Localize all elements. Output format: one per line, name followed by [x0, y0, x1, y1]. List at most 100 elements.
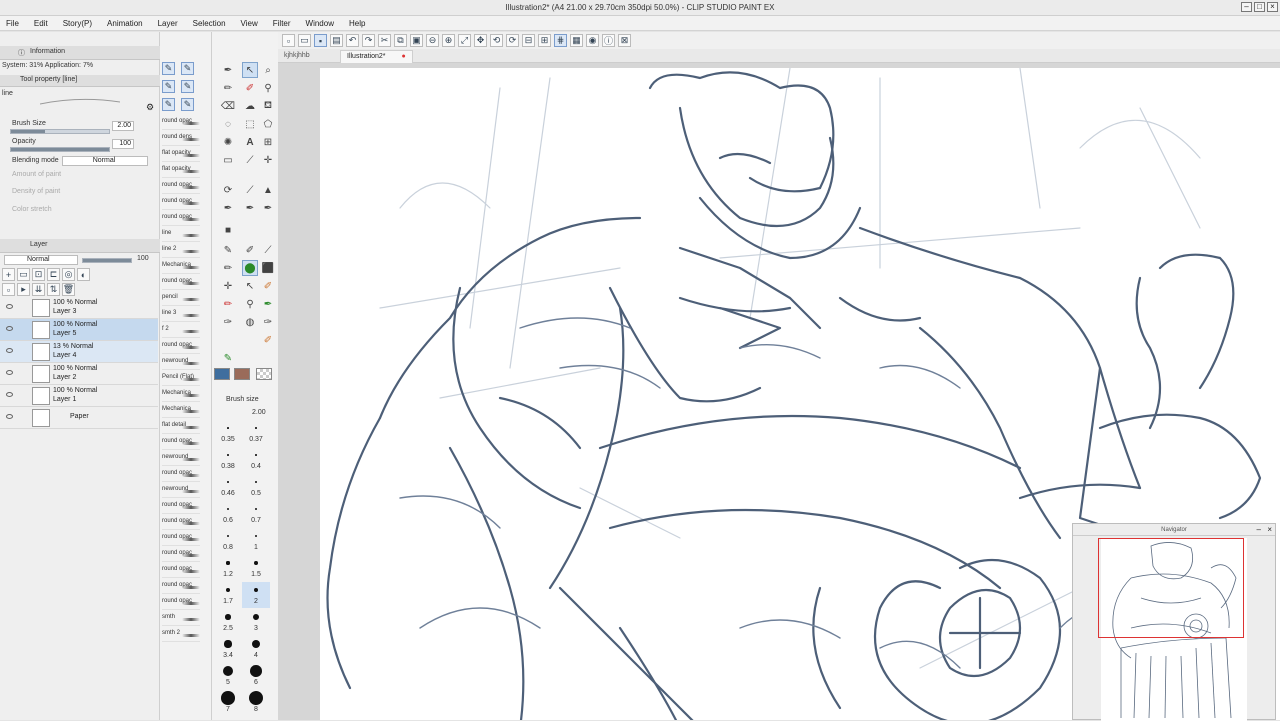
navigator-viewport-frame[interactable]	[1098, 538, 1244, 638]
subtool-item[interactable]: round opac	[162, 468, 200, 482]
open-icon[interactable]: ▭	[298, 34, 311, 47]
layer-row[interactable]: Paper	[0, 407, 158, 429]
brush-size-preset[interactable]: 0.6	[214, 501, 242, 527]
subtool-item[interactable]: round opac	[162, 276, 200, 290]
redo-icon[interactable]: ↷	[362, 34, 375, 47]
brush-icon[interactable]: ✐	[260, 278, 276, 294]
layer-color-icon[interactable]: ■	[220, 222, 236, 238]
menu-layer[interactable]: Layer	[158, 19, 178, 28]
subtool-item[interactable]: line 2	[162, 244, 200, 258]
brush-size-input[interactable]: 2.00	[112, 121, 134, 131]
brush-size-preset[interactable]: 0.37	[242, 420, 270, 446]
cursor-icon[interactable]: ↖	[242, 278, 258, 294]
ruler-icon[interactable]: ⟋	[242, 152, 258, 168]
brush-size-preset[interactable]: 5	[214, 663, 242, 689]
subtool-item[interactable]: round opac	[162, 516, 200, 530]
brush-size-preset[interactable]: 0.4	[242, 447, 270, 473]
transform-icon[interactable]: ⟲	[490, 34, 503, 47]
menu-selection[interactable]: Selection	[193, 19, 226, 28]
color-wheel-icon[interactable]: ◉	[586, 34, 599, 47]
subtool-item[interactable]: Mechanica	[162, 388, 200, 402]
copy-icon[interactable]: ⧉	[394, 34, 407, 47]
minimize-icon[interactable]: –	[1241, 2, 1252, 12]
transfer-icon[interactable]: ⇅	[47, 283, 60, 296]
pen-group-icon[interactable]: ✎	[181, 62, 194, 75]
pen-icon[interactable]: ✑	[260, 314, 276, 330]
new-layer-icon[interactable]: +	[2, 268, 15, 281]
layer-opacity-value[interactable]: 100	[137, 255, 149, 262]
subtool-item[interactable]: newround	[162, 484, 200, 498]
paste-icon[interactable]: ▣	[410, 34, 423, 47]
brush-size-preset[interactable]: 0.5	[242, 474, 270, 500]
brush-size-preset[interactable]: 0.46	[214, 474, 242, 500]
brush-size-preset[interactable]: 6	[242, 663, 270, 689]
menu-animation[interactable]: Animation	[107, 19, 143, 28]
blend-icon[interactable]: ◍	[242, 314, 258, 330]
subtool-item[interactable]: Mechanica	[162, 404, 200, 418]
brush-size-preset[interactable]: 1.2	[214, 555, 242, 581]
delete-layer-icon[interactable]: 🗑	[62, 283, 75, 296]
mask-icon[interactable]: ◐	[77, 268, 90, 281]
subtool-item[interactable]: round opac	[162, 596, 200, 610]
opacity-input[interactable]: 100	[112, 139, 134, 149]
brush-size-preset[interactable]: 0.35	[214, 420, 242, 446]
brush-size-preset[interactable]: 1.5	[242, 555, 270, 581]
line-icon[interactable]: ⟋	[242, 182, 258, 198]
layer-row[interactable]: 13 % Normal Layer 4	[0, 341, 158, 363]
subtool-item[interactable]: newround	[162, 356, 200, 370]
eye-icon[interactable]	[6, 304, 13, 309]
minimize-icon[interactable]: –	[1257, 525, 1261, 534]
blend-icon[interactable]: ☁	[242, 98, 258, 114]
brush-size-preset[interactable]: 7	[214, 690, 242, 716]
pen-group-icon[interactable]: ✎	[162, 98, 175, 111]
pen-group-icon[interactable]: ✎	[162, 80, 175, 93]
brush-size-preset[interactable]: 0.8	[214, 528, 242, 554]
pencil-icon[interactable]: ✏	[220, 80, 236, 96]
menu-view[interactable]: View	[241, 19, 258, 28]
opacity-slider[interactable]	[10, 147, 110, 152]
pen-group-icon[interactable]: ✎	[181, 80, 194, 93]
blending-mode-select[interactable]: Normal	[62, 156, 148, 166]
fill-icon[interactable]: ⛾	[260, 98, 276, 114]
eye-icon[interactable]	[6, 392, 13, 397]
subtool-item[interactable]: round opac	[162, 580, 200, 594]
menu-file[interactable]: File	[6, 19, 19, 28]
brush-size-slider[interactable]	[10, 129, 110, 134]
subtool-item[interactable]: round opac	[162, 212, 200, 226]
pen-group-icon[interactable]: ✎	[181, 98, 194, 111]
undo-icon[interactable]: ↶	[346, 34, 359, 47]
sub-color-swatch[interactable]	[234, 368, 250, 380]
subtool-item[interactable]: flat opacity	[162, 148, 200, 162]
close-icon[interactable]: ×	[1267, 2, 1278, 12]
new-file-icon[interactable]: ▫	[282, 34, 295, 47]
settings-icon[interactable]: ⚙	[146, 102, 154, 113]
balloon-icon[interactable]: ▭	[220, 152, 236, 168]
layer-row[interactable]: 100 % Normal Layer 2	[0, 363, 158, 385]
pencil-icon[interactable]: ✎	[220, 350, 236, 366]
save-icon[interactable]: ▪	[314, 34, 327, 47]
layer-row[interactable]: 100 % Normal Layer 1	[0, 385, 158, 407]
menu-help[interactable]: Help	[349, 19, 365, 28]
lasso-icon[interactable]: ◌	[220, 116, 236, 132]
subtool-item[interactable]: smth	[162, 612, 200, 626]
subtool-item[interactable]: round dens	[162, 132, 200, 146]
lock-icon[interactable]: ⊡	[32, 268, 45, 281]
fill-icon[interactable]: ⬤	[242, 260, 258, 276]
subtool-item[interactable]: round opac	[162, 340, 200, 354]
eraser-icon[interactable]: ⌫	[220, 98, 236, 114]
subtool-item[interactable]: newround	[162, 452, 200, 466]
brush-size-preset[interactable]: 0.38	[214, 447, 242, 473]
gradient-icon[interactable]: ✺	[220, 134, 236, 150]
merge-icon[interactable]: ⇊	[32, 283, 45, 296]
pen-icon[interactable]: ✎	[220, 242, 236, 258]
subtool-item[interactable]: round opac	[162, 500, 200, 514]
fit-icon[interactable]: ⤢	[458, 34, 471, 47]
subtool-item[interactable]: pencil	[162, 292, 200, 306]
brush-size-preset[interactable]: 4	[242, 636, 270, 662]
zoom-icon[interactable]: ⌕	[260, 62, 276, 78]
ruler-icon[interactable]: ⊟	[522, 34, 535, 47]
marquee-icon[interactable]: ⬚	[242, 116, 258, 132]
brush-size-preset[interactable]: 1	[242, 528, 270, 554]
fill-icon[interactable]: ⬛	[260, 260, 276, 276]
rotate-icon[interactable]: ⟳	[220, 182, 236, 198]
